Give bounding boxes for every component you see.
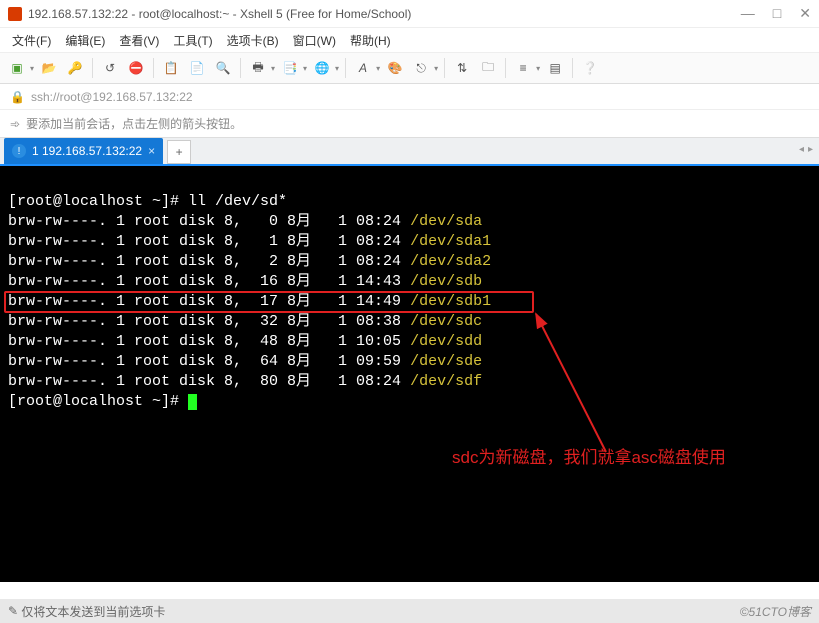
toolbar: ▣▾ 📂 🔑 ↺ ⛔ 📋 📄 🔍 🖶▾ 📑▾ 🌐▾ A▾ 🎨 ⎋▾ ⇅ 🗀 ≡▾… (0, 52, 819, 84)
paste-button[interactable]: 📄 (186, 57, 208, 79)
tab-next-button[interactable]: ▸ (808, 144, 813, 155)
maximize-button[interactable]: □ (773, 5, 781, 22)
arrow-hint-icon: ➾ (10, 117, 20, 131)
address-text[interactable]: ssh://root@192.168.57.132:22 (31, 90, 193, 104)
list-item: brw-rw----. 1 root disk 8, 80 8月 1 08:24… (8, 373, 482, 390)
list-item: brw-rw----. 1 root disk 8, 2 8月 1 08:24 … (8, 253, 491, 270)
status-bar: ✎ 仅将文本发送到当前选项卡 ©51CTO博客 (0, 599, 819, 623)
menu-window[interactable]: 窗口(W) (287, 30, 342, 51)
key-button[interactable]: 🔑 (64, 57, 86, 79)
list-item: brw-rw----. 1 root disk 8, 16 8月 1 14:43… (8, 273, 482, 290)
close-button[interactable]: ✕ (799, 5, 811, 22)
layout-button[interactable]: ▤ (544, 57, 566, 79)
list-item: brw-rw----. 1 root disk 8, 32 8月 1 08:38… (8, 313, 482, 330)
minimize-button[interactable]: ― (741, 5, 755, 22)
menu-tabs[interactable]: 选项卡(B) (221, 30, 285, 51)
tab-close-button[interactable]: × (148, 144, 155, 158)
menu-edit[interactable]: 编辑(E) (59, 30, 111, 51)
find-button[interactable]: 🔍 (212, 57, 234, 79)
tab-label: 1 192.168.57.132:22 (32, 144, 142, 158)
reconnect-button[interactable]: ↺ (99, 57, 121, 79)
tab-prev-button[interactable]: ◂ (799, 144, 804, 155)
tab-bar: ! 1 192.168.57.132:22 × + ◂ ▸ (0, 138, 819, 166)
list-item: brw-rw----. 1 root disk 8, 17 8月 1 14:49… (8, 293, 491, 310)
window-titlebar: 192.168.57.132:22 - root@localhost:~ - X… (0, 0, 819, 28)
encoding-button[interactable]: ⎋ (410, 57, 432, 79)
list-item: brw-rw----. 1 root disk 8, 64 8月 1 09:59… (8, 353, 482, 370)
list-item: brw-rw----. 1 root disk 8, 0 8月 1 08:24 … (8, 213, 482, 230)
hint-bar: ➾ 要添加当前会话，点击左侧的箭头按钮。 (0, 110, 819, 138)
status-icon: ✎ (8, 604, 18, 618)
menu-file[interactable]: 文件(F) (6, 30, 57, 51)
copy-button[interactable]: 📋 (160, 57, 182, 79)
new-tab-button[interactable]: + (167, 140, 191, 164)
print-button[interactable]: 🖶 (247, 57, 269, 79)
transfer-button[interactable]: ⇅ (451, 57, 473, 79)
annotation-text: sdc为新磁盘，我们就拿asc磁盘使用 (452, 448, 726, 468)
terminal[interactable]: [root@localhost ~]# ll /dev/sd* brw-rw--… (0, 166, 819, 582)
session-tab[interactable]: ! 1 192.168.57.132:22 × (4, 138, 163, 164)
terminal-cursor (188, 394, 197, 410)
list-item: brw-rw----. 1 root disk 8, 48 8月 1 10:05… (8, 333, 482, 350)
properties-button[interactable]: 📑 (279, 57, 301, 79)
window-title: 192.168.57.132:22 - root@localhost:~ - X… (28, 7, 741, 21)
script-button[interactable]: ≡ (512, 57, 534, 79)
hint-text: 要添加当前会话，点击左侧的箭头按钮。 (26, 115, 242, 132)
font-button[interactable]: A (352, 57, 374, 79)
menu-view[interactable]: 查看(V) (113, 30, 165, 51)
open-button[interactable]: 📂 (38, 57, 60, 79)
terminal-command: ll /dev/sd* (188, 193, 287, 210)
watermark: ©51CTO博客 (740, 603, 811, 620)
menu-bar: 文件(F) 编辑(E) 查看(V) 工具(T) 选项卡(B) 窗口(W) 帮助(… (0, 28, 819, 52)
terminal-prompt: [root@localhost ~]# (8, 393, 188, 410)
folder-button[interactable]: 🗀 (477, 57, 499, 79)
color-button[interactable]: 🎨 (384, 57, 406, 79)
lock-icon: 🔒 (10, 90, 25, 104)
app-icon (8, 7, 22, 21)
tab-status-icon: ! (12, 144, 26, 158)
terminal-prompt: [root@localhost ~]# (8, 193, 188, 210)
address-bar: 🔒 ssh://root@192.168.57.132:22 (0, 84, 819, 110)
help-button[interactable]: ❔ (579, 57, 601, 79)
globe-button[interactable]: 🌐 (311, 57, 333, 79)
new-session-button[interactable]: ▣ (6, 57, 28, 79)
menu-tools[interactable]: 工具(T) (167, 30, 218, 51)
status-text: 仅将文本发送到当前选项卡 (21, 603, 165, 620)
menu-help[interactable]: 帮助(H) (344, 30, 397, 51)
list-item: brw-rw----. 1 root disk 8, 1 8月 1 08:24 … (8, 233, 491, 250)
disconnect-button[interactable]: ⛔ (125, 57, 147, 79)
